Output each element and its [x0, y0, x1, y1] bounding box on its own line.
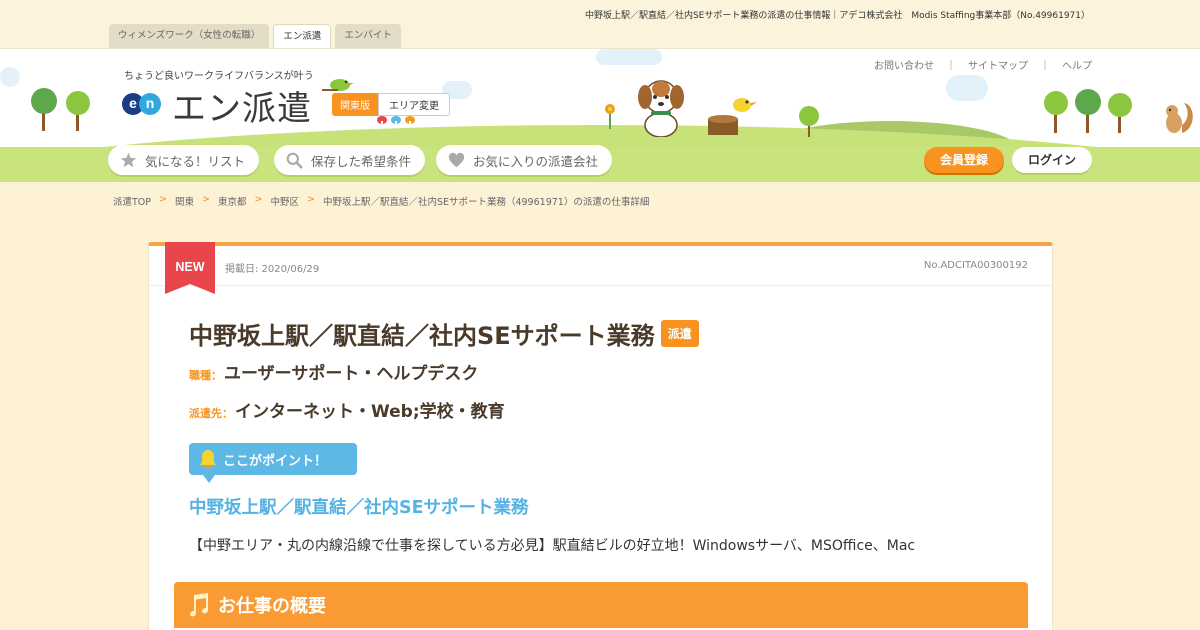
help-link[interactable]: ヘルプ — [1062, 57, 1092, 72]
top-strip: 中野坂上駅／駅直結／社内SEサポート業務の派遣の仕事情報｜アデコ株式会社 Mod… — [0, 0, 1200, 49]
job-overview-title: お仕事の概要 — [218, 596, 326, 617]
new-ribbon: NEW — [165, 242, 215, 294]
contact-link[interactable]: お問い合わせ — [874, 57, 934, 72]
occupation-label: 職種： — [189, 369, 222, 382]
util-separator: ｜ — [946, 61, 956, 72]
region-selector: 関東版 エリア変更 — [332, 93, 450, 116]
bird-icon — [322, 79, 354, 91]
job-overview-header: お仕事の概要 — [174, 582, 1028, 628]
site-tagline: ちょうど良いワークライフバランスが叶う — [124, 71, 314, 82]
watchlist-label: 気になる！リスト — [145, 153, 246, 169]
dispatch-label: 派遣先： — [189, 407, 233, 420]
logo-letter-n: n — [139, 93, 161, 115]
utility-links: お問い合わせ ｜ サイトマップ ｜ ヘルプ — [874, 57, 1092, 72]
region-badge: 関東版 — [332, 93, 378, 116]
site-tabs: ウィメンズワーク（女性の転職） エン派遣 エンバイト — [109, 24, 401, 49]
occupation-row: 職種： ユーザーサポート・ヘルプデスク — [189, 359, 478, 384]
dog-mascot-icon — [638, 80, 684, 137]
cloud-decoration — [946, 75, 988, 101]
new-label: NEW — [175, 260, 205, 274]
breadcrumb: 派遣TOP > 関東 > 東京都 > 中野区 > 中野坂上駅／駅直結／社内SEサ… — [113, 194, 649, 208]
sitemap-link[interactable]: サイトマップ — [968, 57, 1028, 72]
watchlist-button[interactable]: 気になる！リスト — [108, 145, 260, 175]
point-label: ここがポイント！ — [223, 453, 328, 469]
tab-en-haken[interactable]: エン派遣 — [273, 24, 332, 49]
breadcrumb-item[interactable]: 中野区 — [270, 194, 299, 208]
bell-icon — [200, 450, 216, 469]
cloud-decoration — [0, 67, 20, 87]
login-button[interactable]: ログイン — [1012, 147, 1092, 173]
heart-icon — [448, 152, 465, 167]
saved-search-label: 保存した希望条件 — [311, 153, 412, 169]
point-heading: 中野坂上駅／駅直結／社内SEサポート業務 — [189, 498, 529, 518]
tree-icon — [1044, 89, 1132, 133]
page-title: 中野坂上駅／駅直結／社内SEサポート業務の派遣の仕事情報｜アデコ株式会社 Mod… — [584, 11, 1090, 21]
breadcrumb-item[interactable]: 関東 — [175, 194, 194, 208]
squirrel-icon — [1166, 103, 1193, 133]
job-card: NEW 掲載日: 2020/06/29 No.ADCITA00300192 中野… — [148, 242, 1053, 630]
stump-bird-icon — [708, 98, 757, 135]
site-logo[interactable]: エン派遣 — [172, 81, 312, 130]
dispatch-value: インターネット・Web;学校・教育 — [235, 402, 505, 422]
util-separator: ｜ — [1040, 61, 1050, 72]
breadcrumb-separator: > — [202, 194, 210, 205]
favorite-company-button[interactable]: お気に入りの派遣会社 — [436, 145, 613, 175]
tab-womens-work[interactable]: ウィメンズワーク（女性の転職） — [109, 24, 270, 48]
music-note-icon — [189, 593, 208, 617]
star-icon — [120, 152, 137, 167]
breadcrumb-separator: > — [306, 194, 315, 205]
job-title-text: 中野坂上駅／駅直結／社内SEサポート業務 — [189, 322, 655, 350]
register-button[interactable]: 会員登録 — [924, 147, 1004, 173]
breadcrumb-current: 中野坂上駅／駅直結／社内SEサポート業務（49961971）の派遣の仕事詳細 — [322, 197, 650, 208]
search-icon — [286, 152, 303, 169]
breadcrumb-separator: > — [159, 194, 167, 205]
breadcrumb-separator: > — [254, 194, 263, 205]
tab-en-baito[interactable]: エンバイト — [335, 24, 401, 48]
job-type-badge: 派遣 — [660, 320, 699, 347]
dispatch-row: 派遣先： インターネット・Web;学校・教育 — [189, 397, 505, 422]
breadcrumb-item[interactable]: 派遣TOP — [113, 194, 151, 208]
occupation-value: ユーザーサポート・ヘルプデスク — [224, 364, 479, 384]
en-logo-icon[interactable]: e n — [122, 93, 162, 115]
tree-icon — [31, 88, 90, 131]
point-badge: ここがポイント！ — [189, 443, 357, 483]
published-date: 掲載日: 2020/06/29 — [225, 264, 320, 275]
point-description: 【中野エリア・丸の内線沿線で仕事を探している方必見】駅直結ビルの好立地！Wind… — [189, 538, 916, 554]
job-number: No.ADCITA00300192 — [923, 260, 1028, 271]
saved-search-button[interactable]: 保存した希望条件 — [274, 145, 426, 175]
flower-icon — [605, 104, 615, 129]
cloud-decoration — [596, 49, 662, 65]
job-meta-row: NEW 掲載日: 2020/06/29 No.ADCITA00300192 — [149, 242, 1052, 294]
mushroom-icon — [377, 116, 415, 127]
breadcrumb-item[interactable]: 東京都 — [218, 194, 247, 208]
region-change-button[interactable]: エリア変更 — [378, 93, 450, 116]
site-header: ちょうど良いワークライフバランスが叶う e n エン派遣 関東版 エリア変更 お… — [0, 48, 1200, 182]
job-title: 中野坂上駅／駅直結／社内SEサポート業務 派遣 — [189, 316, 699, 351]
tree-icon — [799, 106, 819, 137]
favorite-company-label: お気に入りの派遣会社 — [473, 153, 599, 169]
